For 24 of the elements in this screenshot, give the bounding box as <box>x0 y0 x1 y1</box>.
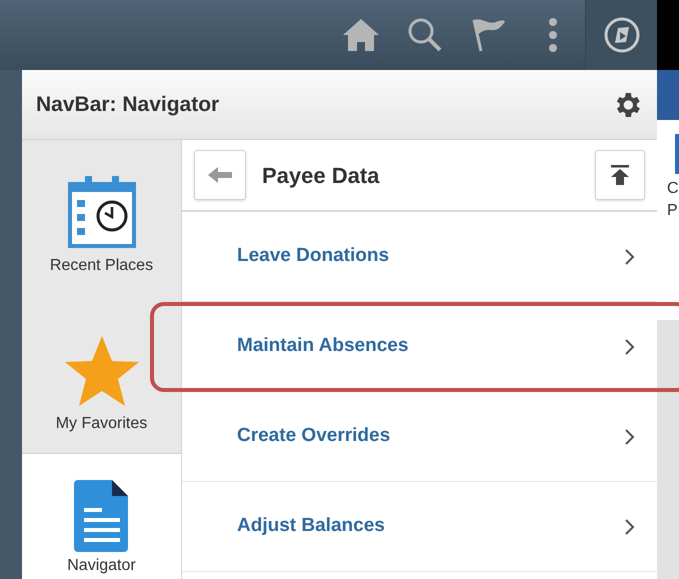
chevron-right-icon <box>625 248 635 264</box>
chevron-right-icon <box>625 428 635 444</box>
more-icon[interactable] <box>548 18 558 52</box>
search-icon[interactable] <box>407 17 443 53</box>
scroll-top-button[interactable] <box>595 150 645 200</box>
page-banner <box>657 70 679 120</box>
scroll-top-icon <box>610 165 630 185</box>
home-icon[interactable] <box>342 18 380 52</box>
left-arrow-icon <box>208 166 232 184</box>
document-icon <box>74 480 130 552</box>
flag-icon[interactable] <box>471 18 507 52</box>
sidebar-tab[interactable]: Navigator <box>22 453 181 579</box>
back-button[interactable] <box>194 150 246 200</box>
window-edge <box>657 0 679 70</box>
partial-label: C <box>667 179 679 199</box>
calendar-clock-icon <box>66 174 136 248</box>
tile-edge <box>675 134 679 174</box>
chevron-right-icon <box>625 338 635 354</box>
partial-label: P <box>667 201 679 221</box>
panel-title: NavBar: Navigator <box>36 92 220 118</box>
star-icon <box>64 336 138 406</box>
navigator-title: Payee Data <box>262 162 380 190</box>
compass-icon[interactable] <box>604 17 640 53</box>
chevron-right-icon <box>625 518 635 534</box>
